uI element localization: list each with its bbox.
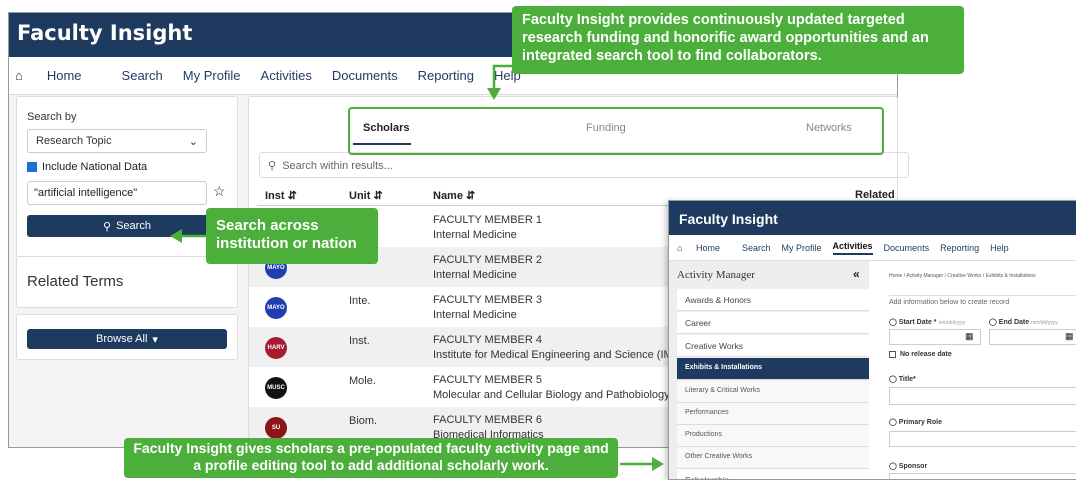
callout-top: Faculty Insight provides continuously up…	[512, 6, 964, 74]
checkbox-icon	[889, 351, 896, 358]
title-input[interactable]	[889, 387, 1076, 405]
nav-reporting[interactable]: Reporting	[418, 68, 474, 83]
breadcrumb: Home / Activity Manager / Creative Works…	[889, 273, 1036, 279]
nav-activities[interactable]: Activities	[261, 68, 312, 83]
nav-help[interactable]: Help	[990, 243, 1009, 253]
arrow-right-icon	[620, 457, 664, 471]
home-icon: ⌂	[677, 242, 683, 253]
institution-logo: MAYO	[265, 297, 287, 319]
tabs-highlight-outline	[348, 107, 884, 155]
secondary-nav: ⌂ Home Search My Profile Activities Docu…	[669, 235, 1076, 261]
nav-my-profile[interactable]: My Profile	[782, 243, 822, 253]
search-icon: ⚲	[268, 160, 277, 172]
calendar-icon[interactable]: ▦	[1065, 331, 1074, 342]
divider	[889, 295, 1076, 296]
home-icon: ⌂	[15, 68, 23, 83]
nav-reporting[interactable]: Reporting	[940, 243, 979, 253]
record-form: Home / Activity Manager / Creative Works…	[879, 261, 1076, 479]
arrow-down-icon	[487, 64, 514, 100]
search-input[interactable]: "artificial intelligence"	[27, 181, 207, 205]
nav-search[interactable]: Search	[742, 243, 771, 253]
column-unit[interactable]: Unit ⇵	[349, 189, 383, 202]
chevron-down-icon: ⌄	[188, 136, 198, 148]
nav-search[interactable]: Search	[122, 68, 163, 83]
sponsor-input[interactable]	[889, 473, 1076, 479]
callout-search: Search across institution or nation	[206, 208, 378, 264]
app-title: Faculty Insight	[669, 201, 1076, 235]
nav-activities[interactable]: Activities	[832, 241, 873, 255]
activity-manager-window: Faculty Insight ⌂ Home Search My Profile…	[668, 200, 1076, 480]
collapse-icon[interactable]: «	[853, 267, 860, 281]
institution-logo: MUSC	[265, 377, 287, 399]
sidebar-item-awards[interactable]: Awards & Honors	[677, 289, 869, 311]
arrow-left-icon	[170, 229, 208, 243]
institution-logo: HARV	[265, 337, 287, 359]
caret-down-icon: ▾	[152, 333, 158, 346]
related-terms-panel[interactable]: Related Terms	[16, 256, 238, 308]
institution-logo: SU	[265, 417, 287, 439]
end-date-input[interactable]	[989, 329, 1076, 345]
sidebar-item-literary[interactable]: Literary & Critical Works	[677, 381, 869, 403]
end-date-label: ◯ End Date mm/dd/yyyy	[989, 319, 1058, 326]
sidebar-item-creative-works[interactable]: Creative Works	[677, 335, 869, 357]
primary-role-label: ◯ Primary Role	[889, 419, 942, 426]
sidebar-item-performances[interactable]: Performances	[677, 403, 869, 425]
sidebar-item-scholarship[interactable]: Scholarship	[677, 469, 869, 479]
nav-documents[interactable]: Documents	[884, 243, 930, 253]
sidebar-item-exhibits[interactable]: Exhibits & Installations	[677, 358, 869, 380]
column-inst[interactable]: Inst ⇵	[265, 189, 297, 202]
browse-all-button[interactable]: Browse All ▾	[27, 329, 227, 349]
sponsor-label: ◯ Sponsor	[889, 463, 928, 470]
start-date-label: ◯ Start Date * mm/dd/yyyy	[889, 319, 966, 326]
search-within-input[interactable]: ⚲ Search within results...	[259, 152, 909, 178]
nav-home[interactable]: ⌂ Home	[677, 243, 731, 253]
column-name[interactable]: Name ⇵	[433, 189, 475, 202]
search-by-select[interactable]: Research Topic ⌄	[27, 129, 207, 153]
search-icon: ⚲	[103, 220, 112, 233]
sidebar-title: Activity Manager	[677, 269, 755, 281]
primary-role-input[interactable]	[889, 431, 1076, 447]
callout-bottom: Faculty Insight gives scholars a pre-pop…	[124, 438, 618, 478]
sidebar-item-other-creative[interactable]: Other Creative Works	[677, 447, 869, 469]
calendar-icon[interactable]: ▦	[965, 331, 974, 342]
star-icon[interactable]: ☆	[213, 183, 226, 200]
no-release-checkbox[interactable]: No release date	[889, 351, 952, 358]
activity-sidebar: Activity Manager « Awards & Honors Caree…	[669, 261, 869, 479]
search-by-label: Search by	[27, 111, 77, 123]
nav-documents[interactable]: Documents	[332, 68, 398, 83]
nav-my-profile[interactable]: My Profile	[183, 68, 241, 83]
include-national-checkbox[interactable]: Include National Data	[27, 161, 147, 173]
related-terms-heading: Related Terms	[27, 273, 124, 290]
checkbox-checked-icon	[27, 162, 37, 172]
sidebar-item-productions[interactable]: Productions	[677, 425, 869, 447]
form-instruction: Add information below to create record	[889, 299, 1010, 306]
title-label: ◯ Title*	[889, 376, 916, 383]
nav-home[interactable]: ⌂ Home	[15, 68, 102, 83]
browse-all-panel: Browse All ▾	[16, 314, 238, 360]
sidebar-item-career[interactable]: Career	[677, 312, 869, 334]
